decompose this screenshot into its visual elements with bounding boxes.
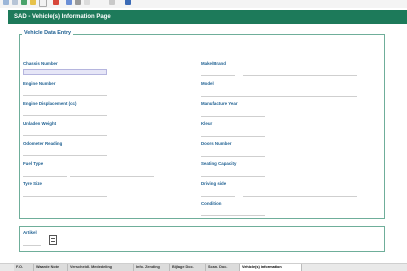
favorites-icon[interactable] [66,0,72,5]
search-icon[interactable] [53,0,59,5]
refresh-icon[interactable] [30,0,36,5]
make-brand-name-input[interactable] [243,75,357,76]
driving-side-label: Driving side [201,181,227,186]
back-icon[interactable] [3,0,9,5]
kleur-label: Kleur [201,121,213,126]
seating-capacity-input[interactable] [201,176,265,177]
seating-capacity-label: Seating Capacity [201,161,237,166]
fieldset-legend: Vehicle Data Entry [22,30,74,36]
make-brand-label: Make/Brand [201,61,226,66]
artikel-label: Artikel [23,230,37,235]
tab-vehicle-information[interactable]: Vehicle(s) information [240,264,302,271]
kleur-input[interactable] [201,136,265,137]
tab-waarde-note[interactable]: Waarde Note [34,264,68,271]
document-icon[interactable] [49,235,57,245]
doors-number-label: Doors Number [201,141,232,146]
home-icon[interactable] [39,0,47,7]
tyre-size-label: Tyre Size [23,181,42,186]
edit-icon[interactable] [109,0,115,5]
driving-side-description[interactable] [243,196,357,197]
print-icon[interactable] [75,0,81,5]
unladen-weight-input[interactable] [23,135,107,136]
manufacture-year-label: Manufacture Year [201,101,238,106]
odometer-reading-label: Odometer Reading [23,141,63,146]
mail-icon[interactable] [84,0,90,5]
model-input[interactable] [201,96,357,97]
model-label: Model [201,81,214,86]
engine-number-input[interactable] [23,95,107,96]
fuel-type-select[interactable] [23,176,67,177]
tab-verscheidl-mededeling[interactable]: Verscheidl. Mededeling [68,264,134,271]
odometer-reading-input[interactable] [23,155,107,156]
chassis-number-label: Chassis Number [23,61,58,66]
artikel-panel [19,226,385,252]
toolbar [0,0,407,8]
make-brand-code-input[interactable] [201,75,235,76]
tab-scan-doc[interactable]: Scan. Doc. [206,264,240,271]
engine-displacement-input[interactable] [23,115,107,116]
settings-icon[interactable] [125,0,131,5]
forward-icon[interactable] [12,0,18,5]
chassis-number-input[interactable] [23,69,107,75]
condition-input[interactable] [201,215,265,216]
manufacture-year-input[interactable] [201,116,265,117]
doors-number-input[interactable] [201,156,265,157]
fuel-type-label: Fuel Type [23,161,44,166]
fuel-type-description[interactable] [70,176,154,177]
engine-displacement-label: Engine Displacement (cc) [23,101,77,106]
tyre-size-input[interactable] [23,196,107,197]
artikel-input[interactable] [23,245,41,246]
condition-label: Condition [201,201,222,206]
page-title: SAD - Vehicle(s) Information Page [8,10,407,24]
tab-fo[interactable]: F.O. [14,264,34,271]
driving-side-select[interactable] [201,196,235,197]
unladen-weight-label: Unladen Weight [23,121,57,126]
engine-number-label: Engine Number [23,81,56,86]
stop-icon[interactable] [21,0,27,5]
tab-info-zending[interactable]: Info. Zending [134,264,170,271]
tab-bijlage-doc[interactable]: Bijlage Doc. [170,264,206,271]
